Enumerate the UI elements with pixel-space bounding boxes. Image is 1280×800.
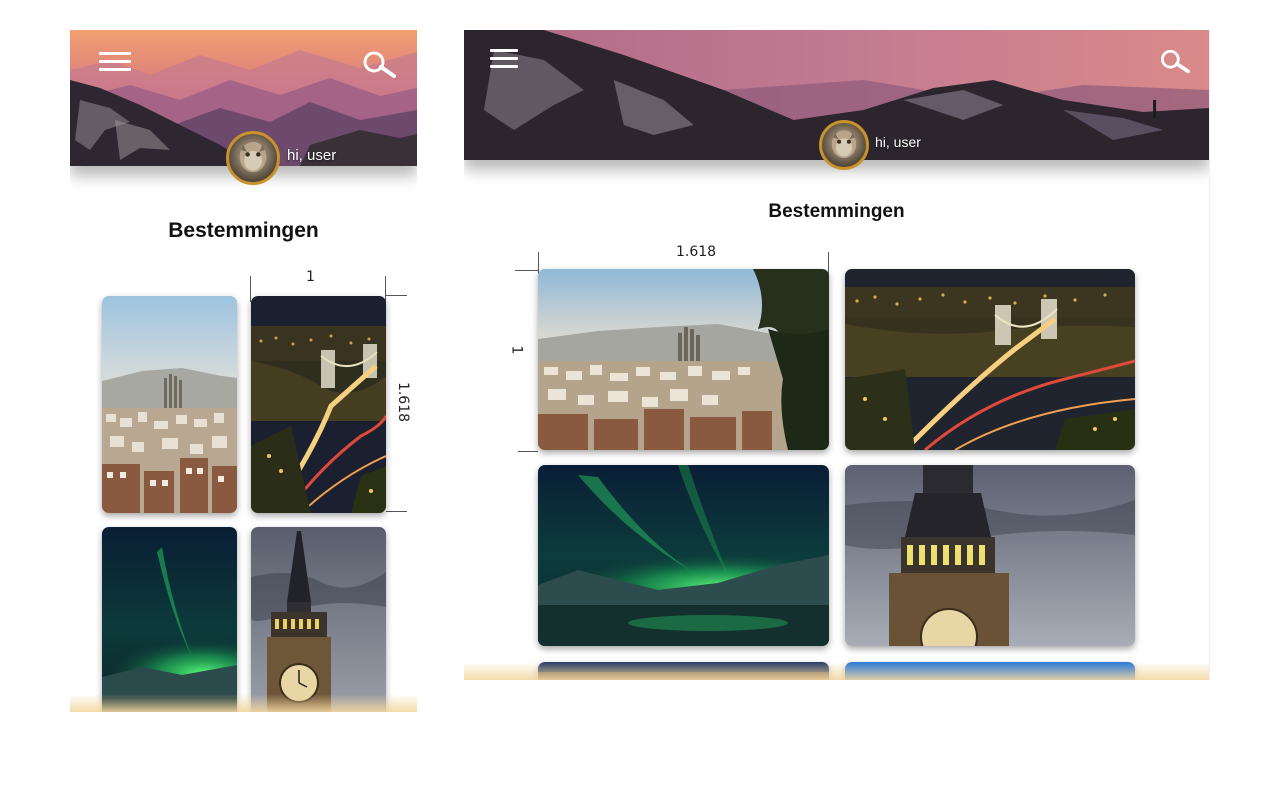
search-icon[interactable] [1159, 48, 1193, 78]
dimension-guide-line [385, 295, 407, 296]
page-title: Bestemmingen [768, 201, 905, 222]
destination-card-aurora[interactable] [538, 465, 829, 646]
tablet-landscape-mockup: hi, user Bestemmingen 1.618 1 [464, 30, 1210, 680]
dimension-guide-line [386, 511, 407, 512]
destination-card-london[interactable] [845, 465, 1135, 646]
user-avatar[interactable] [226, 131, 280, 185]
user-avatar[interactable] [819, 120, 869, 170]
width-ratio-label: 1.618 [676, 244, 717, 260]
height-ratio-label: 1.618 [395, 381, 412, 423]
search-icon[interactable] [362, 50, 396, 80]
destination-card-barcelona[interactable] [538, 269, 829, 450]
scroll-fade [464, 662, 1209, 680]
mobile-portrait-mockup: hi, user Bestemmingen 1 1.618 [70, 30, 417, 712]
destination-card-aurora[interactable] [102, 527, 237, 712]
greeting-text: hi, user [287, 147, 337, 164]
destination-card-budapest[interactable] [845, 269, 1135, 450]
hamburger-menu-icon[interactable] [99, 52, 131, 74]
page-title: Bestemmingen [168, 219, 319, 242]
dimension-guide-line [250, 276, 251, 302]
width-ratio-label: 1 [306, 269, 315, 285]
destination-card-budapest[interactable] [251, 296, 386, 513]
height-ratio-label: 1 [508, 345, 525, 355]
dimension-guide-line [515, 270, 539, 271]
scroll-fade [70, 694, 417, 712]
destination-card-london[interactable] [251, 527, 386, 712]
dimension-guide-line [385, 276, 386, 302]
dimension-guide-line [828, 252, 829, 274]
dimension-guide-line [518, 451, 538, 452]
destination-card-barcelona[interactable] [102, 296, 237, 513]
hamburger-menu-icon[interactable] [490, 49, 518, 71]
greeting-text: hi, user [875, 134, 921, 150]
